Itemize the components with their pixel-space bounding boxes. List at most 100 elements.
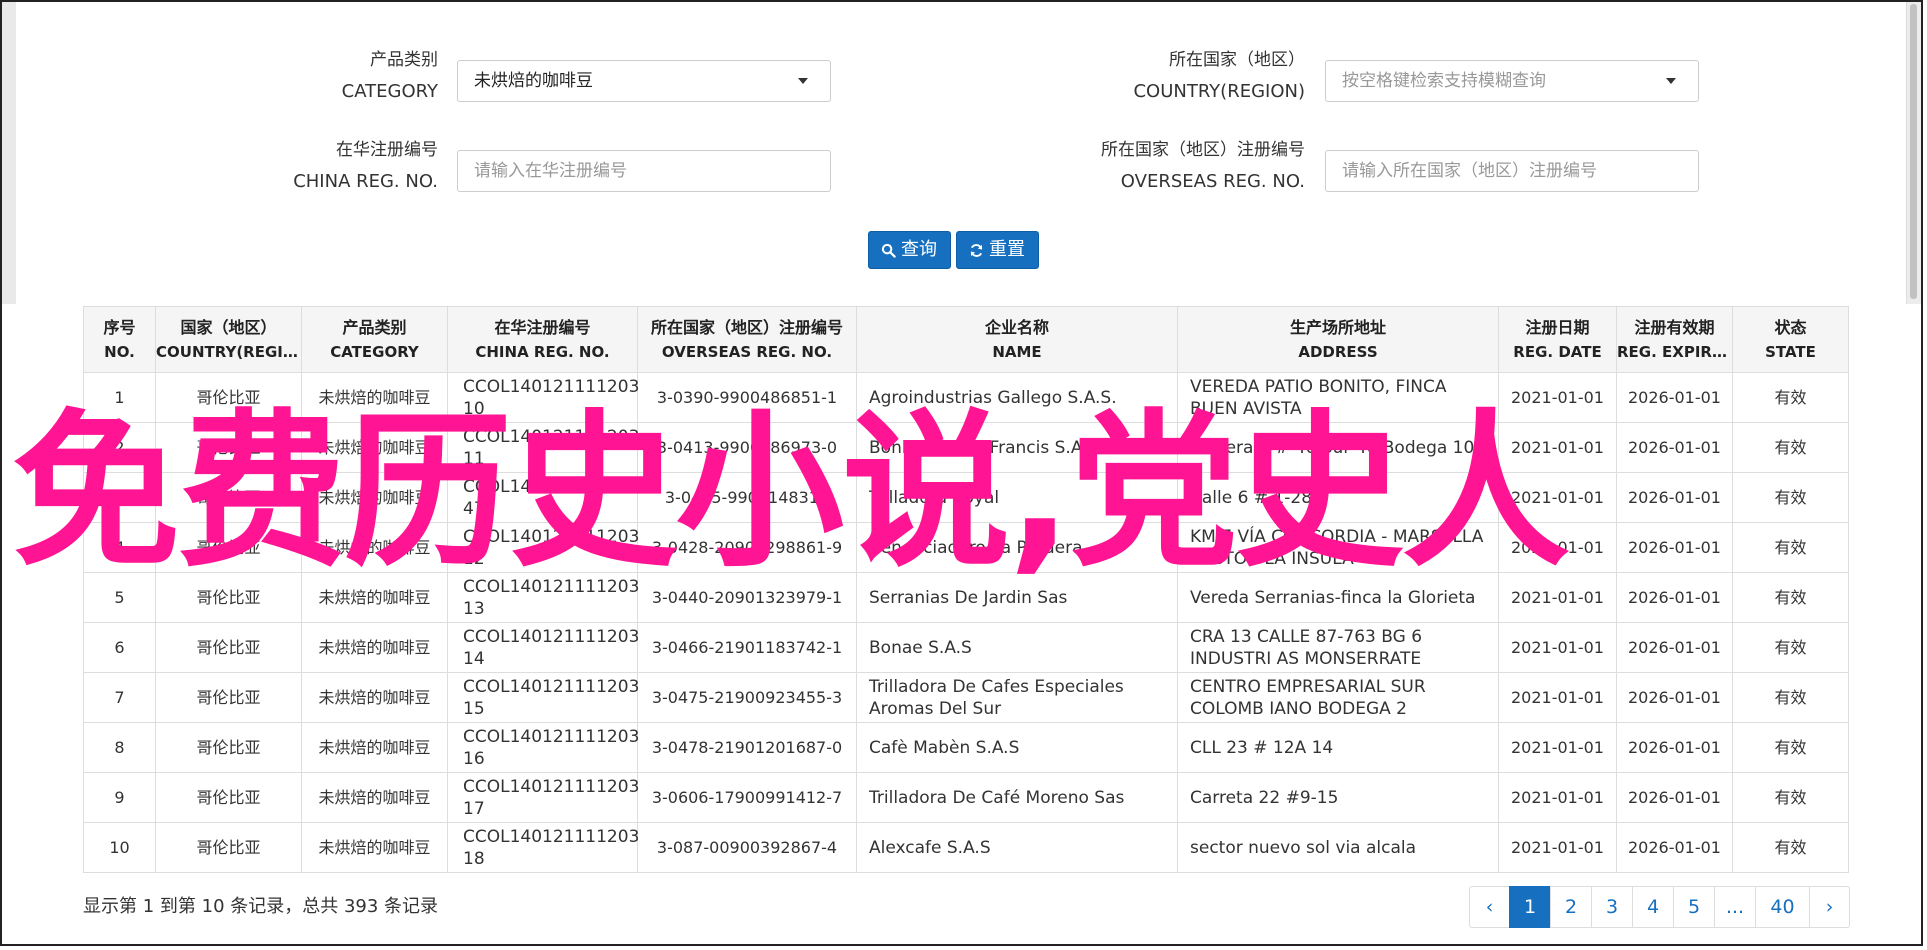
category-label-cn: 产品类别 xyxy=(370,50,438,70)
table-row[interactable]: 7 哥伦比亚 未烘焙的咖啡豆 CCOL140121111203 15 3-0475-21… xyxy=(83,672,1849,723)
column-header-cn: 国家（地区） xyxy=(180,317,277,337)
table-cell: 3-0606-17900991412-7 xyxy=(637,772,857,823)
column-header: 在华注册编号 CHINA REG. NO. xyxy=(447,306,638,373)
overseas-reg-label-en: OVERSEAS REG. NO. xyxy=(1120,171,1305,192)
table-cell: Cafè Mabèn S.A.S xyxy=(856,722,1178,773)
china-reg-placeholder: 请输入在华注册编号 xyxy=(474,161,627,181)
table-row[interactable]: 9 哥伦比亚 未烘焙的咖啡豆 CCOL140121111203 17 3-0606-17… xyxy=(83,772,1849,823)
pagination: ‹ 1 2 3 4 5... 40 › xyxy=(1469,886,1850,928)
table-cell: 有效 xyxy=(1732,372,1849,423)
column-header: 产品类别 CATEGORY xyxy=(301,306,448,373)
table-cell: CCOL140121111203 15 xyxy=(447,672,639,723)
app-window: 产品类别 CATEGORY 未烘焙的咖啡豆 所在国家（地区） COUNTRY(R… xyxy=(0,0,1923,946)
table-cell: 有效 xyxy=(1732,822,1849,873)
table-cell: Carreta 22 #9-15 xyxy=(1177,772,1499,823)
column-header-en: STATE xyxy=(1765,342,1816,361)
column-header: 国家（地区） COUNTRY(REGIO... xyxy=(155,306,302,373)
table-cell: 有效 xyxy=(1732,472,1849,523)
table-cell: 有效 xyxy=(1732,422,1849,473)
table-cell: CENTRO EMPRESARIAL SUR COLOMB IANO BODEG… xyxy=(1177,672,1499,723)
scrollbar[interactable] xyxy=(1906,2,1921,304)
column-header-en: REG. DATE xyxy=(1513,342,1602,361)
table-cell: Trilladora De Café Moreno Sas xyxy=(856,772,1178,823)
table-cell: 2021-01-01 xyxy=(1498,622,1617,673)
column-header: 序号 NO. xyxy=(83,306,156,373)
page-button-40[interactable]: 40 xyxy=(1755,886,1810,928)
table-cell: 有效 xyxy=(1732,522,1849,573)
scrollbar-thumb[interactable] xyxy=(1910,4,1917,299)
column-header-cn: 在华注册编号 xyxy=(494,317,591,337)
table-cell: sector nuevo sol via alcala xyxy=(1177,822,1499,873)
column-header-cn: 产品类别 xyxy=(342,317,407,337)
table-cell: 2026-01-01 xyxy=(1616,822,1733,873)
left-edge xyxy=(2,2,16,304)
next-page-button[interactable]: › xyxy=(1809,886,1850,928)
table-cell: 2026-01-01 xyxy=(1616,472,1733,523)
table-cell: 2026-01-01 xyxy=(1616,622,1733,673)
page-button-4[interactable]: 4 xyxy=(1632,886,1674,928)
table-cell: 8 xyxy=(83,722,156,773)
table-cell: 哥伦比亚 xyxy=(155,822,302,873)
country-select-placeholder: 按空格键检索支持模糊查询 xyxy=(1342,71,1546,91)
table-cell: 2021-01-01 xyxy=(1498,722,1617,773)
table-cell: 有效 xyxy=(1732,622,1849,673)
table-cell: Trilladora De Cafes Especiales Aromas De… xyxy=(856,672,1178,723)
country-label: 所在国家（地区） COUNTRY(REGION) xyxy=(1102,44,1305,108)
column-header-en: NO. xyxy=(104,342,135,361)
table-cell: CRA 13 CALLE 87-763 BG 6 INDUSTRI AS MON… xyxy=(1177,622,1499,673)
country-select[interactable]: 按空格键检索支持模糊查询 xyxy=(1325,60,1699,102)
column-header-cn: 状态 xyxy=(1774,317,1807,337)
china-reg-input[interactable]: 请输入在华注册编号 xyxy=(457,150,831,192)
reset-button[interactable]: 重置 xyxy=(956,231,1039,269)
table-cell: 2026-01-01 xyxy=(1616,372,1733,423)
table-cell: 2021-01-01 xyxy=(1498,672,1617,723)
table-cell: 未烘焙的咖啡豆 xyxy=(301,672,448,723)
column-header-cn: 注册日期 xyxy=(1525,317,1590,337)
column-header: 注册有效期 REG. EXPIRE ... xyxy=(1616,306,1733,373)
column-header-en: ADDRESS xyxy=(1298,342,1378,361)
table-cell: 未烘焙的咖啡豆 xyxy=(301,822,448,873)
table-cell: 有效 xyxy=(1732,772,1849,823)
table-cell: CLL 23 # 12A 14 xyxy=(1177,722,1499,773)
column-header-en: NAME xyxy=(992,342,1042,361)
refresh-icon xyxy=(970,243,983,257)
column-header-cn: 注册有效期 xyxy=(1634,317,1715,337)
page-button-2[interactable]: 2 xyxy=(1550,886,1592,928)
table-cell: CCOL140121111203 18 xyxy=(447,822,639,873)
table-cell: 3-0478-21901201687-0 xyxy=(637,722,857,773)
table-cell: 3-087-00900392867-4 xyxy=(637,822,857,873)
page-button-1[interactable]: 1 xyxy=(1509,886,1551,928)
table-cell: 2026-01-01 xyxy=(1616,572,1733,623)
china-reg-label-cn: 在华注册编号 xyxy=(336,140,438,160)
table-row[interactable]: 10 哥伦比亚 未烘焙的咖啡豆 CCOL140121111203 18 3-087-00… xyxy=(83,822,1849,873)
table-cell: 有效 xyxy=(1732,672,1849,723)
category-select[interactable]: 未烘焙的咖啡豆 xyxy=(457,60,831,102)
table-cell: Bonae S.A.S xyxy=(856,622,1178,673)
table-cell: 7 xyxy=(83,672,156,723)
search-button[interactable]: 查询 xyxy=(868,231,951,269)
search-button-label: 查询 xyxy=(901,239,937,260)
overseas-reg-label-cn: 所在国家（地区）注册编号 xyxy=(1101,140,1305,160)
table-cell: 2026-01-01 xyxy=(1616,722,1733,773)
china-reg-label: 在华注册编号 CHINA REG. NO. xyxy=(252,134,438,198)
page-button-5[interactable]: 5 xyxy=(1673,886,1715,928)
page-button-ellipsis[interactable]: ... xyxy=(1714,886,1756,928)
country-label-cn: 所在国家（地区） xyxy=(1169,50,1305,70)
table-row[interactable]: 8 哥伦比亚 未烘焙的咖啡豆 CCOL140121111203 16 3-0478-21… xyxy=(83,722,1849,773)
prev-page-button[interactable]: ‹ xyxy=(1469,886,1510,928)
table-cell: 2021-01-01 xyxy=(1498,822,1617,873)
page-button-3[interactable]: 3 xyxy=(1591,886,1633,928)
table-cell: CCOL140121111203 16 xyxy=(447,722,639,773)
search-icon xyxy=(881,243,896,258)
column-header: 所在国家（地区）注册编号 OVERSEAS REG. NO. xyxy=(637,306,857,373)
overlay-text: 免费历史小说,党史人 xyxy=(12,394,1570,590)
table-cell: 哥伦比亚 xyxy=(155,622,302,673)
column-header-en: COUNTRY(REGIO... xyxy=(156,342,301,361)
table-row[interactable]: 6 哥伦比亚 未烘焙的咖啡豆 CCOL140121111203 14 3-0466-21… xyxy=(83,622,1849,673)
category-select-value: 未烘焙的咖啡豆 xyxy=(474,71,593,91)
table-cell: 2026-01-01 xyxy=(1616,422,1733,473)
overseas-reg-input[interactable]: 请输入所在国家（地区）注册编号 xyxy=(1325,150,1699,192)
category-label: 产品类别 CATEGORY xyxy=(282,44,438,108)
table-cell: 哥伦比亚 xyxy=(155,722,302,773)
table-cell: 未烘焙的咖啡豆 xyxy=(301,772,448,823)
